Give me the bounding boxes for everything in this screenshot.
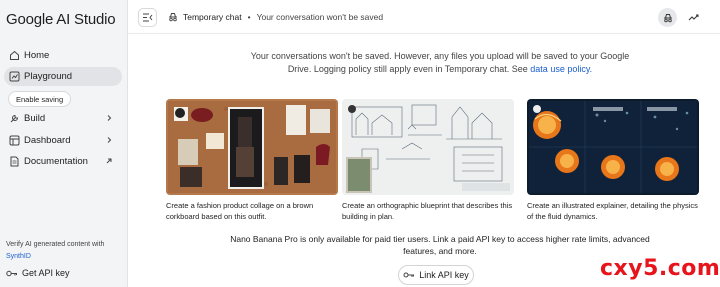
home-icon: [9, 50, 20, 61]
sidebar-item-playground[interactable]: Playground: [4, 67, 122, 86]
chevron-right-icon: [104, 135, 114, 145]
watermark: cxy5.com: [600, 256, 720, 281]
sidebar-item-label: Playground: [24, 71, 73, 82]
separator-dot: •: [247, 12, 251, 22]
fluid-dynamics-image: [527, 99, 699, 195]
verify-text: Verify AI generated content with: [6, 241, 105, 248]
temporary-chat-subtitle: Your conversation won't be saved: [256, 12, 384, 22]
card-caption: Create an orthographic blueprint that de…: [342, 201, 513, 221]
fashion-collage-image: [166, 99, 338, 195]
data-use-policy-link[interactable]: data use policy.: [530, 64, 592, 74]
paid-tier-notice: Nano Banana Pro is only available for pa…: [230, 234, 650, 256]
external-link-icon: [104, 156, 114, 166]
incognito-icon: [168, 12, 178, 22]
sidebar-item-home[interactable]: Home: [4, 46, 122, 65]
card-caption: Create a fashion product collage on a br…: [166, 201, 314, 221]
temporary-chat-title: Temporary chat: [183, 12, 242, 22]
api-key-label: Get API key: [22, 268, 70, 278]
compare-button[interactable]: [684, 8, 703, 27]
sidebar-item-label: Documentation: [24, 156, 88, 167]
privacy-notice: Your conversations won't be saved. Howev…: [240, 50, 640, 76]
card-caption: Create an illustrated explainer, detaili…: [527, 201, 698, 221]
dashboard-icon: [9, 135, 20, 146]
brand-logo[interactable]: Google AI Studio: [6, 11, 116, 28]
temporary-chat-toggle[interactable]: [658, 8, 677, 27]
collapse-sidebar-button[interactable]: [138, 8, 157, 27]
sidebar-item-label: Dashboard: [24, 135, 71, 146]
compare-icon: [688, 14, 699, 21]
sidebar-item-dashboard[interactable]: Dashboard: [4, 131, 122, 150]
sidebar-item-label: Home: [24, 50, 50, 61]
doc-icon: [9, 156, 20, 167]
key-icon: [403, 271, 415, 279]
collapse-sidebar-icon: [143, 13, 153, 22]
sidebar-item-build[interactable]: Build: [4, 109, 122, 128]
synthid-notice: Verify AI generated content with SynthID: [6, 239, 124, 263]
incognito-icon: [663, 13, 672, 22]
link-api-key-label: Link API key: [419, 270, 469, 280]
enable-saving-tooltip[interactable]: Enable saving: [8, 91, 72, 107]
key-icon: [6, 269, 18, 278]
example-card-fluid[interactable]: Create an illustrated explainer, detaili…: [527, 99, 699, 222]
get-api-key-button[interactable]: Get API key: [6, 268, 70, 278]
temporary-chat-label: Temporary chat • Your conversation won't…: [168, 12, 383, 22]
example-card-fashion[interactable]: Create a fashion product collage on a br…: [166, 99, 338, 222]
chevron-right-icon: [104, 113, 114, 123]
sidebar-item-label: Build: [24, 113, 46, 124]
playground-icon: [9, 71, 20, 82]
sidebar-item-documentation[interactable]: Documentation: [4, 152, 122, 171]
sidebar: Google AI Studio Home Playground Enable …: [0, 0, 128, 287]
synthid-link[interactable]: SynthID: [6, 251, 124, 263]
top-bar: Temporary chat • Your conversation won't…: [128, 0, 720, 34]
build-icon: [9, 113, 20, 124]
example-card-blueprint[interactable]: Create an orthographic blueprint that de…: [342, 99, 514, 222]
link-api-key-button[interactable]: Link API key: [398, 265, 474, 285]
blueprint-image: [342, 99, 514, 195]
